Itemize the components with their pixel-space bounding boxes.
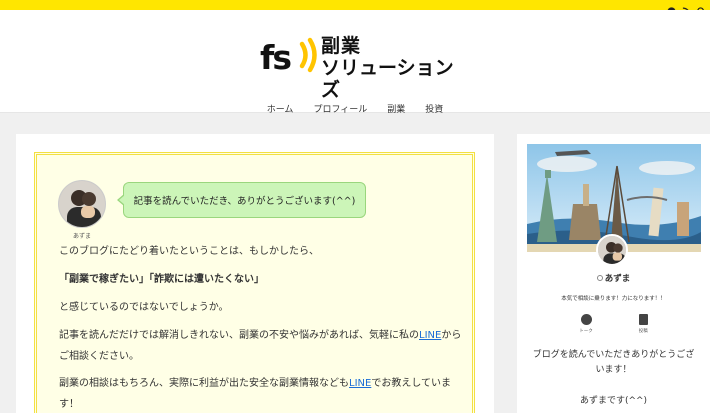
talk-button[interactable]: トーク bbox=[579, 314, 593, 334]
shield-icon bbox=[596, 275, 603, 281]
author-name: あずま bbox=[72, 233, 91, 240]
post-label: 投稿 bbox=[638, 329, 648, 334]
bubble-text: 記事を読んでいただき、ありがとうございます(^^) bbox=[133, 196, 356, 207]
social-icons: p bbox=[667, 0, 706, 16]
main-nav: ホーム プロフィール 副業 投資 bbox=[0, 102, 710, 115]
author-avatar bbox=[58, 180, 106, 228]
chat-icon bbox=[580, 314, 592, 325]
nav-item-profile[interactable]: プロフィール bbox=[303, 102, 377, 115]
pinterest-icon[interactable]: p bbox=[667, 1, 676, 15]
paragraph-4: 記事を読んだだけでは解消しきれない、副業の不安や悩みがあれば、気軽に私のLINE… bbox=[59, 325, 469, 367]
site-logo[interactable]: fs 副業 ソリューションズ bbox=[259, 33, 469, 101]
paragraph-5-line2: す！ bbox=[59, 399, 79, 410]
nav-item-home[interactable]: ホーム bbox=[257, 102, 304, 115]
line-link-2[interactable]: LINE bbox=[349, 378, 371, 389]
nav-item-investment[interactable]: 投資 bbox=[415, 102, 453, 115]
sidebar-buttons: トーク 投稿 bbox=[517, 314, 710, 334]
document-icon bbox=[638, 314, 648, 325]
line-link-1[interactable]: LINE bbox=[419, 330, 441, 341]
search-icon[interactable] bbox=[697, 1, 706, 16]
logo-line1: 副業 bbox=[321, 35, 362, 57]
sidebar-paragraph-2: あずまです(^^) bbox=[579, 396, 648, 406]
paragraph-2-bold: 「副業で稼ぎたい」「詐欺には遭いたくない」 bbox=[59, 274, 264, 285]
sidebar-profile: あずま 本気で相談に乗ります！力になります！！ トーク 投稿 ブログを読んでいた… bbox=[517, 134, 710, 413]
speech-bubble: 記事を読んでいただき、ありがとうございます(^^) bbox=[117, 182, 366, 218]
sidebar-description: 本気で相談に乗ります！力になります！！ bbox=[561, 296, 666, 302]
sidebar-paragraph-1: ブログを読んでいただきありがとうございます！ bbox=[532, 350, 695, 375]
logo-line2: ソリューションズ bbox=[321, 57, 454, 101]
notice-box: あずま 記事を読んでいただき、ありがとうございます(^^) このブログにたどり着… bbox=[34, 152, 475, 413]
site-header: fs 副業 ソリューションズ ホーム プロフィール 副業 投資 bbox=[0, 10, 710, 115]
paragraph-3: と感じているのではないでしょうか。 bbox=[59, 302, 229, 313]
main-content: あずま 記事を読んでいただき、ありがとうございます(^^) このブログにたどり着… bbox=[16, 134, 494, 413]
logo-text: 副業 ソリューションズ bbox=[321, 35, 469, 101]
sidebar-name: あずま bbox=[517, 272, 710, 284]
logo-mark: fs bbox=[260, 37, 317, 77]
top-accent-bar: p bbox=[0, 0, 710, 16]
logo-mark-text: fs bbox=[260, 38, 291, 77]
paragraph-1: このブログにたどり着いたということは、もしかしたら、 bbox=[59, 246, 319, 257]
post-button[interactable]: 投稿 bbox=[638, 314, 648, 334]
paragraph-4-tail: から bbox=[441, 330, 462, 341]
paragraph-5-text: 副業の相談はもちろん、実際に利益が出た安全な副業情報なども bbox=[59, 378, 349, 389]
paragraph-4-line2: ご相談ください。 bbox=[59, 351, 139, 362]
paragraph-2: 「副業で稼ぎたい」「詐欺には遭いたくない」 bbox=[59, 269, 469, 290]
sidebar-avatar bbox=[596, 234, 628, 266]
nav-item-side-job[interactable]: 副業 bbox=[377, 102, 415, 115]
rss-icon[interactable] bbox=[682, 1, 691, 16]
sidebar-name-text: あずま bbox=[604, 274, 631, 284]
talk-label: トーク bbox=[579, 329, 593, 334]
paragraph-4-text: 記事を読んだだけでは解消しきれない、副業の不安や悩みがあれば、気軽に私の bbox=[59, 330, 419, 341]
paragraph-5: 副業の相談はもちろん、実際に利益が出た安全な副業情報などもLINEでお教えしてい… bbox=[59, 373, 469, 413]
paragraph-5-tail: でお教えしていま bbox=[371, 378, 452, 389]
